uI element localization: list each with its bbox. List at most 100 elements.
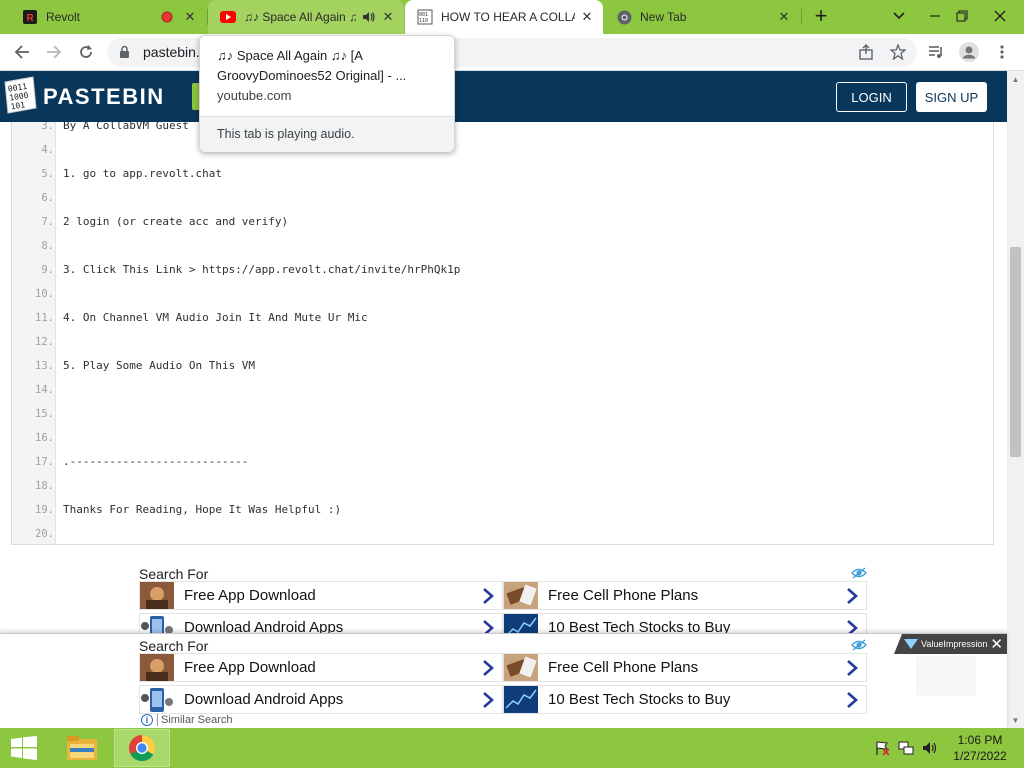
ad-label: Free App Download: [184, 659, 316, 676]
browser-tab-strip: R Revolt ✕ ♫♪ Space All Again ♫♪ ✕ 001 11…: [0, 0, 1024, 34]
pastebin-logo-icon[interactable]: 0011 1000 101: [3, 76, 37, 114]
ad-item[interactable]: 10 Best Tech Stocks to Buy: [503, 613, 867, 634]
line-number: 8.: [41, 240, 54, 252]
windows-taskbar: 1:06 PM 1/27/2022: [0, 728, 1024, 768]
speaker-audio-icon[interactable]: [360, 11, 376, 23]
pastebin-logo-text[interactable]: PASTEBIN: [43, 84, 165, 110]
code-line: 15.: [12, 402, 993, 426]
scroll-top-button[interactable]: [916, 656, 976, 696]
ad-thumbnail-icon: [140, 614, 174, 634]
tab-pastebin[interactable]: 001 110 HOW TO HEAR A COLLA ✕: [405, 0, 603, 34]
close-window-button[interactable]: [983, 0, 1017, 32]
ad-item[interactable]: Free Cell Phone Plans: [503, 653, 867, 682]
new-tab-button[interactable]: +: [804, 0, 838, 32]
valueimpression-badge[interactable]: ValueImpression ✕: [894, 634, 1007, 654]
chevron-right-icon: [474, 686, 502, 713]
sticky-ad-search-block: Search For Free App Download Free Cell P…: [139, 638, 867, 718]
forward-arrow-icon[interactable]: [40, 38, 68, 66]
signup-button[interactable]: SIGN UP: [916, 82, 987, 112]
tab-title: HOW TO HEAR A COLLA: [441, 10, 575, 24]
action-center-flag-icon[interactable]: [874, 740, 890, 759]
line-number: 13.: [35, 360, 54, 372]
ad-label: Download Android Apps: [184, 619, 344, 634]
tab-title: ♫♪ Space All Again ♫♪: [244, 10, 356, 24]
ad-thumbnail-icon: [504, 686, 538, 713]
tab-close-icon[interactable]: ✕: [579, 9, 595, 25]
folder-icon: [67, 736, 97, 760]
bookmark-star-icon[interactable]: [884, 38, 912, 66]
tab-close-icon[interactable]: ✕: [182, 9, 198, 25]
ad-thumbnail-icon: [504, 582, 538, 609]
tab-revolt[interactable]: R Revolt ✕: [10, 0, 206, 34]
tab-close-icon[interactable]: ✕: [776, 9, 792, 25]
code-line: 16.: [12, 426, 993, 450]
profile-avatar-icon[interactable]: [955, 38, 983, 66]
login-button[interactable]: LOGIN: [836, 82, 907, 112]
code-line: 3. By A CollabVM Guest: [12, 122, 993, 138]
ad-item[interactable]: Download Android Apps: [139, 685, 503, 714]
scroll-up-icon[interactable]: ▲: [1007, 71, 1024, 87]
back-arrow-icon[interactable]: [8, 38, 36, 66]
ad-item[interactable]: Download Android Apps: [139, 613, 503, 634]
pastebin-favicon-icon: 001 110: [417, 9, 433, 25]
hovercard-title: ♫♪ Space All Again ♫♪ [A GroovyDominoes5…: [217, 48, 407, 83]
scrollbar-thumb[interactable]: [1010, 247, 1021, 457]
line-number: 19.: [35, 504, 54, 516]
code-line: 7. 2 login (or create acc and verify): [12, 210, 993, 234]
reload-icon[interactable]: [72, 38, 100, 66]
ad-item[interactable]: 10 Best Tech Stocks to Buy: [503, 685, 867, 714]
ad-item[interactable]: Free App Download: [139, 653, 503, 682]
system-clock[interactable]: 1:06 PM 1/27/2022: [950, 732, 1010, 764]
taskbar-file-explorer[interactable]: [54, 729, 110, 767]
chevron-right-icon: [474, 582, 502, 609]
code-text: 3. Click This Link > https://app.revolt.…: [63, 263, 461, 276]
tab-close-icon[interactable]: ✕: [380, 9, 396, 25]
ad-title: Search For: [139, 638, 209, 654]
chevron-right-icon: [838, 686, 866, 713]
ad-item[interactable]: Free Cell Phone Plans: [503, 581, 867, 610]
line-number: 7.: [41, 216, 54, 228]
line-number: 18.: [35, 480, 54, 492]
taskbar-chrome[interactable]: [114, 729, 170, 767]
tab-hover-card: ♫♪ Space All Again ♫♪ [A GroovyDominoes5…: [199, 35, 455, 152]
tab-search-chevron-icon[interactable]: [882, 0, 916, 32]
ad-thumbnail-icon: [504, 614, 538, 634]
restore-button[interactable]: [945, 0, 979, 32]
media-control-icon[interactable]: [922, 38, 950, 66]
code-line: 11. 4. On Channel VM Audio Join It And Mu…: [12, 306, 993, 330]
share-icon[interactable]: [852, 38, 880, 66]
hovercard-audio-note: This tab is playing audio.: [217, 127, 355, 141]
code-line: 18.: [12, 474, 993, 498]
code-line: 17. .---------------------------: [12, 450, 993, 474]
code-line: 13. 5. Play Some Audio On This VM: [12, 354, 993, 378]
lock-icon[interactable]: [119, 45, 130, 62]
info-icon[interactable]: i: [141, 714, 153, 726]
start-button[interactable]: [0, 728, 48, 768]
chevron-right-icon: [474, 654, 502, 681]
line-number: 16.: [35, 432, 54, 444]
ad-label: 10 Best Tech Stocks to Buy: [548, 619, 731, 634]
code-text: By A CollabVM Guest: [63, 122, 189, 132]
chrome-icon: [129, 735, 156, 762]
valueimpression-label: ValueImpression: [921, 639, 988, 649]
browser-menu-icon[interactable]: [988, 38, 1016, 66]
page-scrollbar[interactable]: ▲ ▼: [1007, 71, 1024, 728]
recording-indicator-icon: [160, 10, 174, 24]
line-number: 14.: [35, 384, 54, 396]
network-icon[interactable]: [898, 740, 914, 759]
tab-youtube[interactable]: ♫♪ Space All Again ♫♪ ✕: [208, 0, 404, 34]
similar-search-link[interactable]: i Similar Search: [141, 714, 233, 726]
hovercard-domain: youtube.com: [217, 88, 292, 103]
volume-icon[interactable]: [922, 740, 938, 759]
line-number: 9.: [41, 264, 54, 276]
tab-separator: [801, 9, 802, 25]
ad-item[interactable]: Free App Download: [139, 581, 503, 610]
chevron-right-icon: [838, 614, 866, 634]
code-text: 4. On Channel VM Audio Join It And Mute …: [63, 311, 368, 324]
code-line: 14.: [12, 378, 993, 402]
tab-new-tab[interactable]: New Tab ✕: [604, 0, 800, 34]
scroll-down-icon[interactable]: ▼: [1007, 712, 1024, 728]
windows-logo-icon: [11, 736, 37, 760]
url-text: pastebin.: [143, 44, 200, 60]
close-ad-icon[interactable]: ✕: [990, 635, 1003, 653]
